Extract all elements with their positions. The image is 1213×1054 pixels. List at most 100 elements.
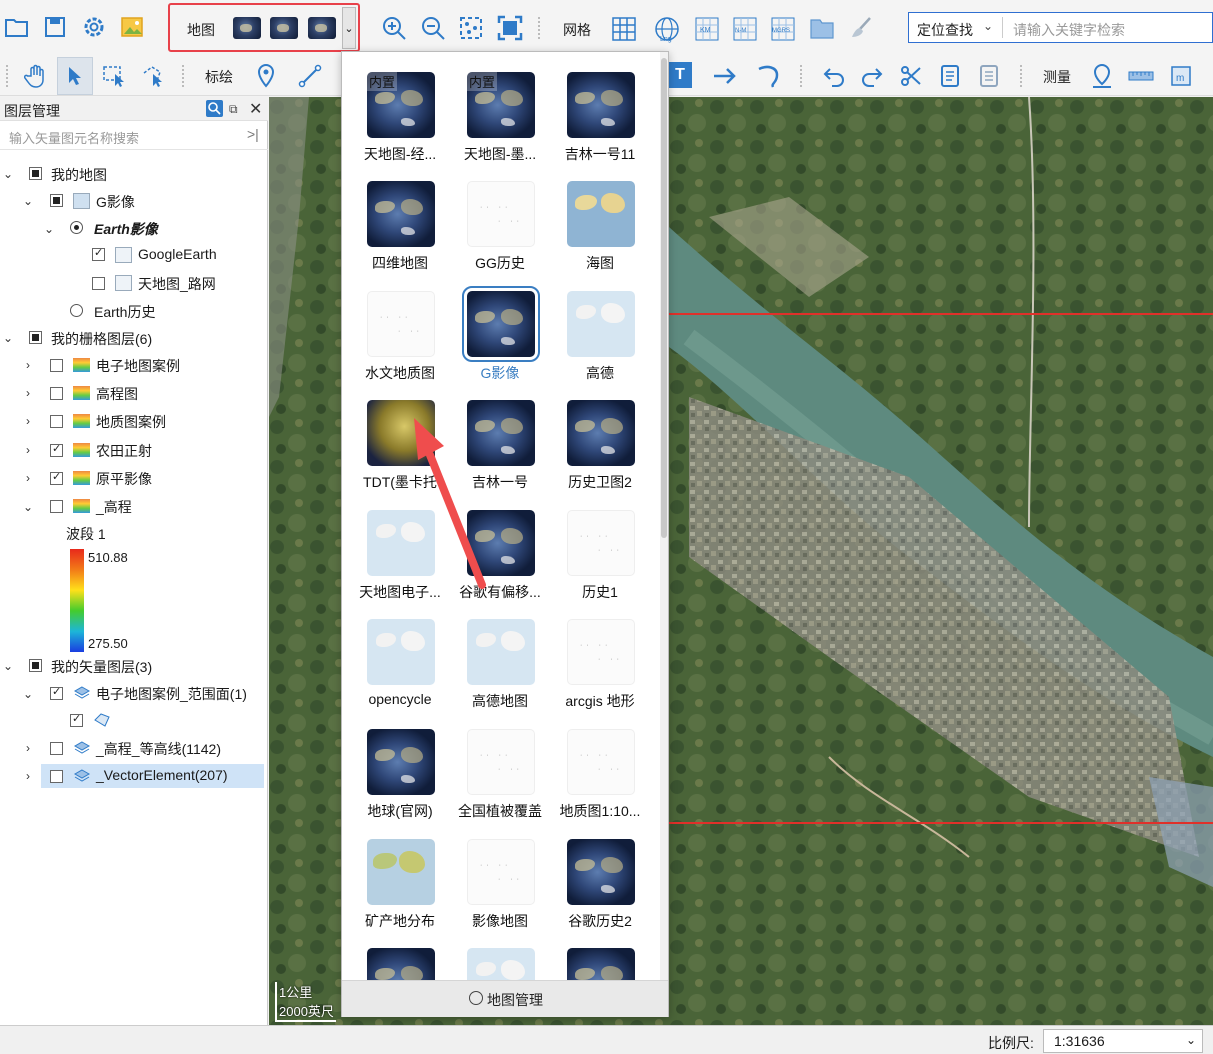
basemap-thumbnail[interactable] <box>467 839 535 905</box>
basemap-thumbnail[interactable] <box>467 619 535 685</box>
layer-checkbox[interactable] <box>92 277 105 290</box>
box-select-icon[interactable] <box>100 62 128 90</box>
layer-checkbox[interactable] <box>92 246 105 261</box>
grid-table-icon[interactable] <box>609 14 639 44</box>
basemap-thumbnail[interactable] <box>567 291 635 357</box>
layer-radio[interactable] <box>70 221 83 234</box>
document-icon[interactable] <box>936 62 964 90</box>
basemap-thumbnail[interactable] <box>567 729 635 795</box>
basemap-thumbnail[interactable] <box>567 72 635 138</box>
chevron-right-icon[interactable]: › <box>22 387 34 399</box>
pan-hand-icon[interactable] <box>22 62 50 90</box>
scale-select[interactable]: 1:31636 ⌄ <box>1043 1029 1203 1053</box>
basemap-name[interactable]: arcgis 地形 <box>550 691 650 711</box>
basemap-thumbnail[interactable] <box>467 181 535 247</box>
basemap-thumbnail[interactable] <box>567 619 635 685</box>
mgrs-grid-icon[interactable]: MGRS <box>768 14 798 44</box>
basemap-thumbnail[interactable] <box>467 729 535 795</box>
measure-point-icon[interactable] <box>1089 62 1115 90</box>
chevron-right-icon[interactable]: › <box>22 770 34 782</box>
tree-raster-item[interactable]: 原平影像 <box>96 469 152 489</box>
basemap-thumbnail[interactable] <box>367 839 435 905</box>
search-icon[interactable] <box>206 100 223 117</box>
measure-area-icon[interactable]: m <box>1167 62 1195 90</box>
marker-pin-icon[interactable] <box>252 62 280 90</box>
basemap-thumbnail[interactable] <box>567 839 635 905</box>
layer-checkbox[interactable] <box>50 685 63 700</box>
redo-icon[interactable] <box>858 62 886 90</box>
map-manage-footer[interactable]: 地图管理 <box>342 980 668 1017</box>
chevron-right-icon[interactable]: › <box>22 742 34 754</box>
folder-icon[interactable] <box>808 14 836 42</box>
tree-raster-item[interactable]: 农田正射 <box>96 441 152 461</box>
measure-label[interactable]: 测量 <box>1043 67 1071 87</box>
tree-raster-item[interactable]: 高程图 <box>96 384 138 404</box>
basemap-item[interactable]: 全国植被覆盖 <box>450 709 550 821</box>
tree-google-earth[interactable]: GoogleEarth <box>138 246 217 262</box>
settings-gear-icon[interactable] <box>81 14 107 40</box>
zoom-extent-icon[interactable] <box>457 14 485 42</box>
select-pointer-icon[interactable] <box>57 57 93 95</box>
measure-ruler-icon[interactable] <box>1127 62 1155 90</box>
basemap-dropdown-toggle[interactable]: ⌄ <box>342 7 356 49</box>
plot-label[interactable]: 标绘 <box>205 67 233 87</box>
chevron-down-icon[interactable]: ⌄ <box>983 19 993 33</box>
basemap-item[interactable]: opencycle <box>350 599 450 708</box>
tree-vector-item[interactable]: 电子地图案例_范围面(1) <box>96 684 247 704</box>
basemap-thumbnail[interactable] <box>467 948 535 980</box>
tree-earth-history[interactable]: Earth历史 <box>94 302 155 322</box>
tree-vector-item[interactable]: _VectorElement(207) <box>96 767 228 783</box>
search-collapse-icon[interactable]: >| <box>247 126 259 142</box>
chevron-down-icon[interactable]: ⌄ <box>2 168 14 180</box>
chevron-right-icon[interactable]: › <box>22 359 34 371</box>
lnglat-grid-icon[interactable]: Lng <box>652 14 682 44</box>
layer-checkbox[interactable] <box>50 359 63 372</box>
image-icon[interactable] <box>119 14 145 40</box>
basemap-name[interactable]: 历史卫图2 <box>550 472 650 492</box>
open-folder-icon[interactable] <box>4 14 30 40</box>
basemap-thumbnail[interactable] <box>567 948 635 980</box>
basemap-item[interactable] <box>450 928 550 980</box>
chevron-down-icon[interactable]: ⌄ <box>2 332 14 344</box>
zoom-out-icon[interactable] <box>419 14 447 42</box>
save-icon[interactable] <box>42 14 68 40</box>
grid-label[interactable]: 网格 <box>563 20 591 40</box>
basemap-thumbnail[interactable]: 内置 <box>467 72 535 138</box>
chevron-down-icon[interactable]: ⌄ <box>22 501 34 513</box>
basemap-item[interactable]: 吉林一号11 <box>550 52 650 162</box>
chevron-down-icon[interactable]: ⌄ <box>2 660 14 672</box>
basemap-item[interactable]: 高德地图 <box>450 599 550 709</box>
full-extent-icon[interactable] <box>496 14 524 42</box>
basemap-thumbnail[interactable] <box>567 400 635 466</box>
tree-raster-item[interactable]: 电子地图案例 <box>96 356 180 376</box>
close-icon[interactable]: ✕ <box>249 99 262 119</box>
tree-tdt-road[interactable]: 天地图_路网 <box>138 274 216 294</box>
layer-checkbox[interactable] <box>50 387 63 400</box>
basemap-thumbnail[interactable] <box>367 291 435 357</box>
basemap-name[interactable]: 四维地图 <box>350 253 450 273</box>
chevron-right-icon[interactable]: › <box>22 444 34 456</box>
basemap-name[interactable]: 地质图1:10... <box>550 801 650 821</box>
basemap-item[interactable]: 海图 <box>550 161 650 273</box>
basemap-name[interactable]: 全国植被覆盖 <box>450 801 550 821</box>
basemap-thumbnail[interactable] <box>567 181 635 247</box>
list-icon[interactable] <box>975 62 1003 90</box>
tree-raster-item[interactable]: _高程 <box>96 497 132 517</box>
layer-checkbox[interactable] <box>50 470 63 485</box>
restore-window-icon[interactable]: ⧉ <box>229 102 238 117</box>
dropdown-scrollbar[interactable] <box>660 52 668 980</box>
basemap-item[interactable]: 内置 天地图-墨... <box>450 52 550 162</box>
basemap-name[interactable]: opencycle <box>350 691 450 707</box>
polygon-select-icon[interactable] <box>139 62 167 90</box>
basemap-thumbnail[interactable] <box>567 510 635 576</box>
chevron-down-icon[interactable]: ⌄ <box>22 195 34 207</box>
chevron-down-icon[interactable]: ⌄ <box>22 688 34 700</box>
search-input[interactable]: 请输入关键字检索 <box>1013 20 1125 40</box>
basemap-item[interactable] <box>350 928 450 980</box>
text-annotation-icon[interactable]: T <box>668 62 692 88</box>
basemap-item[interactable]: arcgis 地形 <box>550 599 650 711</box>
undo-icon[interactable] <box>820 62 848 90</box>
basemap-quick-2[interactable] <box>270 17 298 39</box>
basemap-thumbnail[interactable] <box>367 948 435 980</box>
basemap-name[interactable]: 海图 <box>550 253 650 273</box>
